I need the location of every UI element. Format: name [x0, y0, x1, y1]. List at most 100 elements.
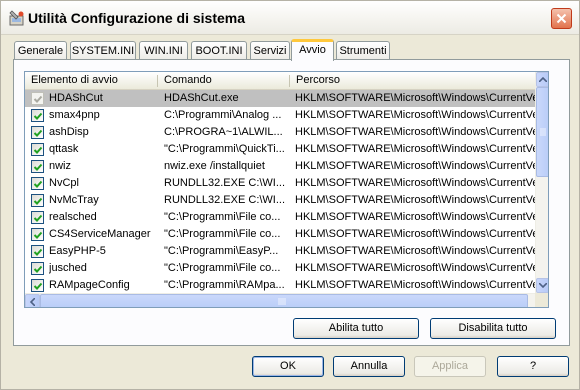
- checkmark-icon: [33, 231, 43, 239]
- cell-path: HKLM\SOFTWARE\Microsoft\Windows\CurrentV…: [295, 211, 535, 223]
- cell-startup-item: qttask: [49, 143, 79, 155]
- msconfig-app-icon: [9, 10, 24, 26]
- checkmark-icon: [33, 197, 43, 205]
- cell-startup-item: realsched: [49, 211, 97, 223]
- startup-item-checkbox[interactable]: [31, 160, 44, 173]
- cell-path: HKLM\SOFTWARE\Microsoft\Windows\CurrentV…: [295, 245, 535, 257]
- apply-button[interactable]: Applica: [414, 356, 486, 377]
- table-row[interactable]: CS4ServiceManager "C:\Programmi\File co..…: [25, 226, 535, 243]
- arrow-up-icon: [539, 77, 547, 82]
- cell-command: RUNDLL32.EXE C:\WI...: [164, 194, 286, 206]
- table-row[interactable]: NvMcTray RUNDLL32.EXE C:\WI... HKLM\SOFTWA…: [25, 192, 535, 209]
- disable-all-button[interactable]: Disabilita tutto: [430, 318, 556, 339]
- startup-item-checkbox[interactable]: [31, 245, 44, 258]
- grip-icon: [540, 128, 546, 136]
- column-header-command[interactable]: Comando: [158, 72, 290, 90]
- cell-command: C:\Programmi\Analog ...: [164, 109, 282, 121]
- cell-startup-item: CS4ServiceManager: [49, 228, 151, 240]
- scroll-corner: [535, 293, 548, 307]
- window-title: Utilità Configurazione di sistema: [28, 10, 246, 26]
- tab-strumenti[interactable]: Strumenti: [336, 41, 390, 60]
- startup-item-checkbox[interactable]: [31, 126, 44, 139]
- cell-command: "C:\Programmi\EasyP...: [164, 245, 279, 257]
- cell-path: HKLM\SOFTWARE\Microsoft\Windows\CurrentV…: [295, 92, 535, 104]
- cell-startup-item: HDAShCut: [49, 92, 103, 104]
- cell-command: RUNDLL32.EXE C:\WI...: [164, 177, 286, 189]
- horizontal-scroll-thumb[interactable]: [40, 294, 528, 307]
- startup-item-checkbox[interactable]: [31, 92, 44, 105]
- scroll-up-button[interactable]: [536, 72, 548, 87]
- cell-startup-item: NvMcTray: [49, 194, 99, 206]
- cancel-button[interactable]: Annulla: [333, 356, 405, 377]
- cell-path: HKLM\SOFTWARE\Microsoft\Windows\CurrentV…: [295, 177, 535, 189]
- checkmark-icon: [33, 265, 43, 273]
- checkmark-icon: [33, 129, 43, 137]
- cell-path: HKLM\SOFTWARE\Microsoft\Windows\CurrentV…: [295, 262, 535, 274]
- table-row[interactable]: ashDisp C:\PROGRA~1\ALWIL... HKLM\SOFTWARE…: [25, 124, 535, 141]
- cell-startup-item: nwiz: [49, 160, 72, 172]
- checkmark-icon: [33, 146, 43, 154]
- tab-avvio[interactable]: Avvio: [291, 39, 334, 61]
- cell-path: HKLM\SOFTWARE\Microsoft\Windows\CurrentV…: [295, 160, 535, 172]
- tab-servizi[interactable]: Servizi: [250, 41, 290, 60]
- horizontal-scrollbar[interactable]: [25, 293, 535, 307]
- grip-icon: [278, 298, 286, 305]
- cell-startup-item: smax4pnp: [49, 109, 100, 121]
- startup-item-checkbox[interactable]: [31, 143, 44, 156]
- startup-list[interactable]: Elemento di avvio Comando Percorso HDASh…: [24, 71, 549, 308]
- tab-win-ini[interactable]: WIN.INI: [139, 41, 188, 60]
- table-row[interactable]: qttask "C:\Programmi\QuickTi... HKLM\SOFTW…: [25, 141, 535, 158]
- scroll-left-button[interactable]: [25, 294, 40, 307]
- table-row[interactable]: smax4pnp C:\Programmi\Analog ... HKLM\SOFT…: [25, 107, 535, 124]
- cell-path: HKLM\SOFTWARE\Microsoft\Windows\CurrentV…: [295, 109, 535, 121]
- vertical-scroll-thumb[interactable]: [536, 87, 548, 177]
- checkmark-icon: [33, 214, 43, 222]
- table-row[interactable]: nwiz nwiz.exe /installquiet HKLM\SOFTWARE\…: [25, 158, 535, 175]
- column-header-item[interactable]: Elemento di avvio: [25, 72, 158, 90]
- cell-command: C:\PROGRA~1\ALWIL...: [164, 126, 283, 138]
- cell-command: "C:\Programmi\QuickTi...: [164, 143, 285, 155]
- startup-item-checkbox[interactable]: [31, 194, 44, 207]
- title-bar[interactable]: Utilità Configurazione di sistema: [1, 1, 579, 35]
- cell-path: HKLM\SOFTWARE\Microsoft\Windows\CurrentV…: [295, 126, 535, 138]
- startup-item-checkbox[interactable]: [31, 279, 44, 292]
- checkmark-icon: [33, 112, 43, 120]
- tab-boot-ini[interactable]: BOOT.INI: [191, 41, 247, 60]
- cell-command: "C:\Programmi\RAMpa...: [164, 279, 285, 291]
- table-row[interactable]: EasyPHP-5 "C:\Programmi\EasyP... HKLM\SOFT…: [25, 243, 535, 260]
- arrow-down-icon: [539, 283, 547, 288]
- system-config-window: Utilità Configurazione di sistema Genera…: [0, 0, 580, 390]
- list-header: Elemento di avvio Comando Percorso: [25, 72, 535, 90]
- startup-item-checkbox[interactable]: [31, 211, 44, 224]
- cell-startup-item: NvCpl: [49, 177, 79, 189]
- table-row[interactable]: realsched "C:\Programmi\File co... HKLM\SO…: [25, 209, 535, 226]
- cell-command: "C:\Programmi\File co...: [164, 211, 281, 223]
- startup-item-checkbox[interactable]: [31, 228, 44, 241]
- table-row[interactable]: NvCpl RUNDLL32.EXE C:\WI... HKLM\SOFTWARE\…: [25, 175, 535, 192]
- help-button[interactable]: ?: [497, 356, 569, 377]
- table-row[interactable]: jusched "C:\Programmi\File co... HKLM\SOFT…: [25, 260, 535, 277]
- checkmark-icon: [33, 282, 43, 290]
- cell-path: HKLM\SOFTWARE\Microsoft\Windows\CurrentV…: [295, 194, 535, 206]
- tab-system-ini[interactable]: SYSTEM.INI: [70, 41, 136, 60]
- cell-path: HKLM\SOFTWARE\Microsoft\Windows\CurrentV…: [295, 279, 535, 291]
- cell-startup-item: EasyPHP-5: [49, 245, 106, 257]
- vertical-scrollbar[interactable]: [535, 72, 548, 293]
- startup-item-checkbox[interactable]: [31, 177, 44, 190]
- checkmark-icon: [33, 95, 43, 103]
- cell-command: "C:\Programmi\File co...: [164, 262, 281, 274]
- table-row[interactable]: HDAShCut HDAShCut.exe HKLM\SOFTWARE\Micros…: [25, 90, 535, 107]
- close-button[interactable]: [551, 8, 572, 29]
- startup-item-checkbox[interactable]: [31, 109, 44, 122]
- close-icon: [556, 13, 567, 24]
- table-row[interactable]: RAMpageConfig "C:\Programmi\RAMpa... HKLM\…: [25, 277, 535, 294]
- scroll-down-button[interactable]: [536, 278, 548, 293]
- tab-generale[interactable]: Generale: [14, 41, 67, 60]
- arrow-left-icon: [30, 297, 35, 306]
- enable-all-button[interactable]: Abilita tutto: [293, 318, 419, 339]
- cell-startup-item: ashDisp: [49, 126, 89, 138]
- checkmark-icon: [33, 163, 43, 171]
- startup-item-checkbox[interactable]: [31, 262, 44, 275]
- column-header-path[interactable]: Percorso: [290, 72, 535, 90]
- ok-button[interactable]: OK: [252, 356, 324, 377]
